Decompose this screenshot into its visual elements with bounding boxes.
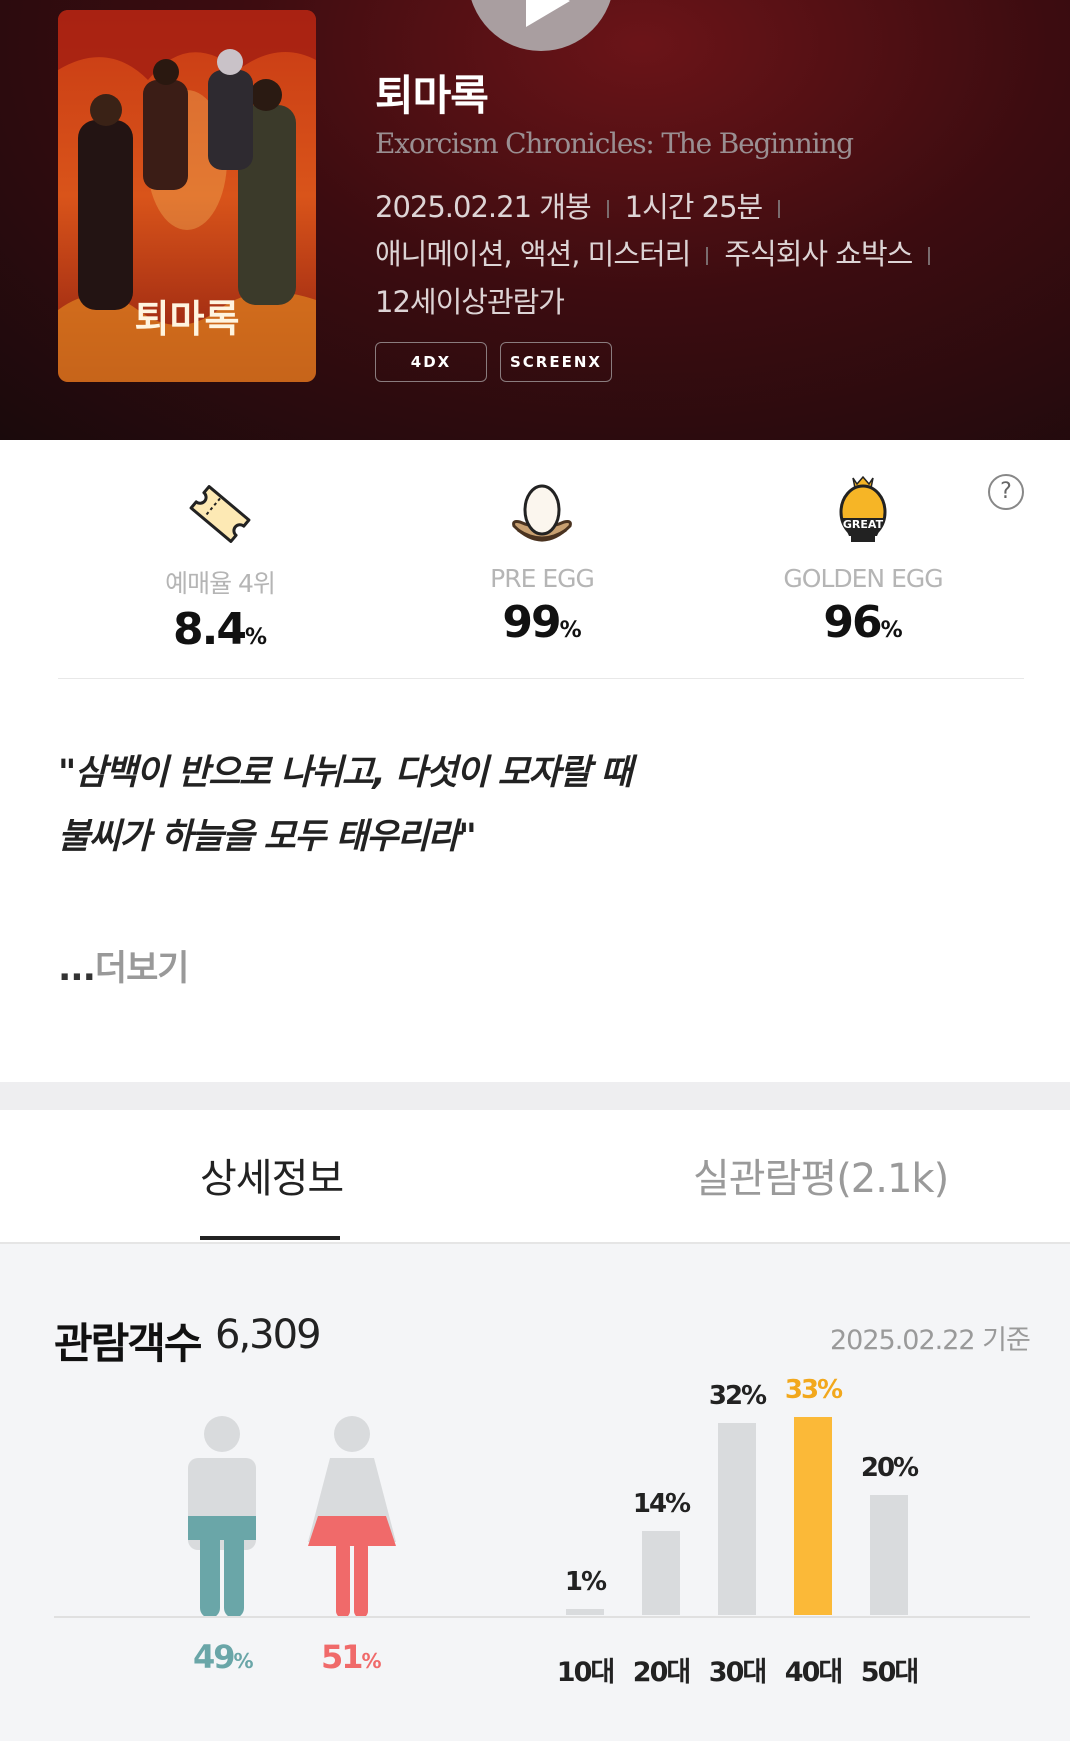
- section-gap: [0, 1082, 1070, 1110]
- age-rating: 12세이상관람가: [375, 285, 565, 319]
- distributor: 주식회사 쇼박스: [724, 237, 913, 271]
- tab-reviews[interactable]: 실관람평(2.1k): [693, 1146, 949, 1204]
- synopsis-line-1: "삼백이 반으로 나뉘고, 다섯이 모자랄 때: [58, 753, 633, 793]
- golden-egg-label: GOLDEN EGG: [783, 564, 943, 593]
- divider: [606, 200, 609, 218]
- age-category-label: 50대: [860, 1657, 919, 1688]
- female-figure-icon: [308, 1416, 396, 1618]
- male-figure-icon: [188, 1416, 256, 1618]
- age-category-label: 10대: [556, 1657, 615, 1688]
- read-more-link[interactable]: ...더보기: [58, 940, 189, 991]
- synopsis-line-2: 불씨가 하늘을 모두 태우리라": [58, 817, 477, 857]
- ticket-icon: [189, 485, 251, 543]
- age-bar: [870, 1495, 908, 1615]
- divider: [928, 247, 931, 265]
- svg-text:GREAT: GREAT: [843, 518, 884, 531]
- play-trailer-button[interactable]: [468, 0, 614, 51]
- female-percent: 51%: [321, 1638, 382, 1676]
- pre-egg-label: PRE EGG: [490, 564, 595, 593]
- runtime: 1시간 25분: [624, 190, 764, 224]
- age-bar-label: 1%: [564, 1567, 607, 1597]
- format-badge-4dx: 4DX: [375, 342, 487, 382]
- hero-banner: 퇴마록 퇴마록 Exorcism Chronicles: The Beginni…: [0, 0, 1070, 440]
- egg-icon: [512, 484, 572, 542]
- format-badge-screenx: SCREENX: [500, 342, 612, 382]
- golden-egg-value: 96%: [823, 597, 903, 648]
- golden-egg-stat: GREAT GOLDEN EGG 96%: [733, 474, 993, 648]
- golden-egg-icon: GREAT: [839, 475, 887, 542]
- age-category-label: 20대: [632, 1657, 691, 1688]
- svg-text:퇴마록: 퇴마록: [135, 296, 240, 341]
- age-bar: [642, 1531, 680, 1615]
- age-bar: [566, 1609, 604, 1615]
- audience-count: 6,309: [215, 1312, 322, 1358]
- age-category-label: 40대: [784, 1657, 843, 1688]
- movie-poster[interactable]: 퇴마록: [58, 10, 316, 382]
- chart-baseline: [54, 1616, 1030, 1618]
- age-bar-label: 14%: [632, 1489, 691, 1519]
- pre-egg-stat: PRE EGG 99%: [412, 474, 672, 648]
- divider: [706, 247, 709, 265]
- active-tab-indicator: [200, 1236, 340, 1240]
- movie-meta-line2: 애니메이션, 액션, 미스터리 주식회사 쇼박스: [375, 231, 946, 273]
- divider: [778, 200, 781, 218]
- age-bar: [718, 1423, 756, 1615]
- release-date: 2025.02.21 개봉: [375, 190, 592, 224]
- movie-original-title: Exorcism Chronicles: The Beginning: [375, 127, 854, 160]
- section-divider: [58, 678, 1024, 679]
- tab-details[interactable]: 상세정보: [200, 1146, 344, 1204]
- audience-title: 관람객수: [54, 1319, 203, 1368]
- movie-meta-line1: 2025.02.21 개봉 1시간 25분: [375, 184, 796, 226]
- pre-egg-value: 99%: [502, 597, 582, 648]
- age-bar-label: 33%: [784, 1375, 843, 1405]
- age-bar-label: 20%: [860, 1453, 919, 1483]
- help-icon[interactable]: ?: [988, 474, 1024, 510]
- booking-rate-stat: 예매율 4위 8.4%: [90, 474, 350, 655]
- booking-rate-value: 8.4%: [173, 604, 267, 655]
- age-bar: [794, 1417, 832, 1615]
- age-bar-label: 32%: [708, 1381, 767, 1411]
- movie-title: 퇴마록: [375, 71, 489, 120]
- poster-image: 퇴마록: [58, 10, 316, 382]
- audience-date: 2025.02.22 기준: [830, 1325, 1031, 1356]
- genre: 애니메이션, 액션, 미스터리: [375, 237, 691, 271]
- age-category-label: 30대: [708, 1657, 767, 1688]
- male-percent: 49%: [193, 1638, 254, 1676]
- booking-rate-label: 예매율 4위: [165, 569, 276, 598]
- tab-bar: 상세정보 실관람평(2.1k): [0, 1110, 1070, 1244]
